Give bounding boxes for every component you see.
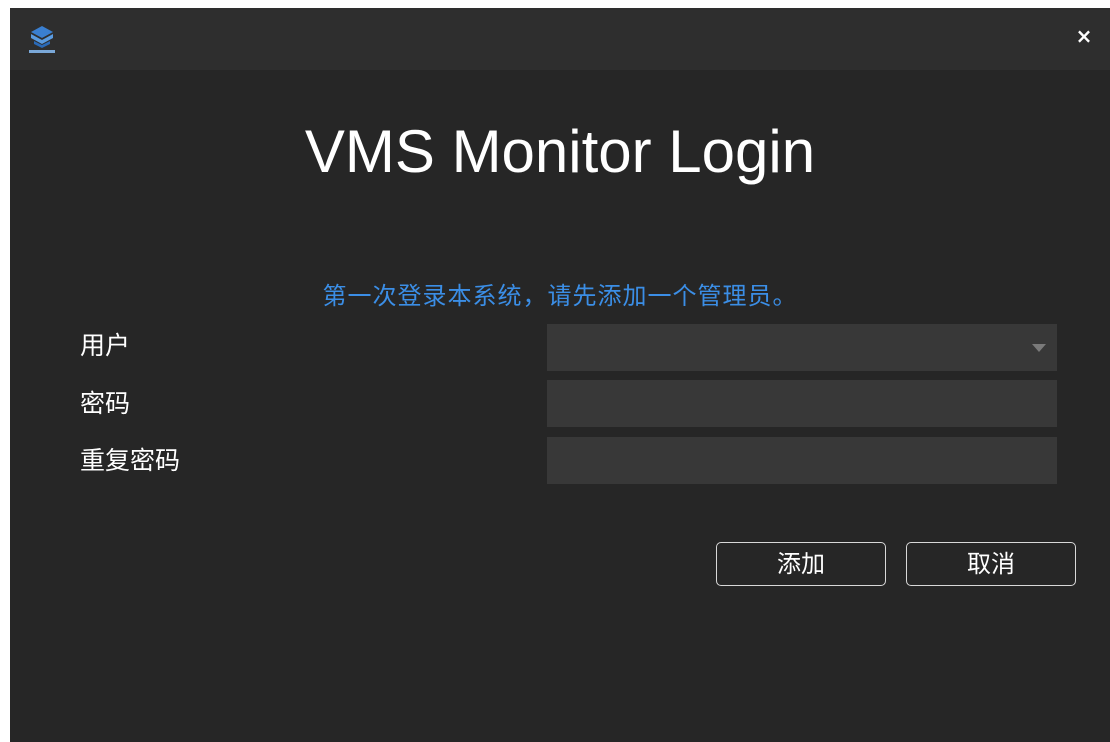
cancel-button[interactable]: 取消 bbox=[906, 542, 1076, 586]
chevron-down-icon[interactable] bbox=[1021, 324, 1057, 371]
user-label: 用户 bbox=[80, 331, 131, 360]
company-logo-icon bbox=[28, 24, 56, 54]
close-button[interactable]: × bbox=[1072, 24, 1096, 48]
add-button[interactable]: 添加 bbox=[716, 542, 886, 586]
password-input[interactable] bbox=[547, 380, 1057, 427]
user-dropdown[interactable] bbox=[547, 324, 1057, 371]
first-login-notice: 第一次登录本系统，请先添加一个管理员。 bbox=[322, 282, 798, 310]
page-title: VMS Monitor Login bbox=[304, 118, 816, 185]
repeat-password-label: 重复密码 bbox=[80, 446, 181, 475]
title-bar: × bbox=[10, 8, 1110, 70]
password-label: 密码 bbox=[80, 389, 131, 418]
close-icon: × bbox=[1075, 24, 1093, 48]
login-window: × VMS Monitor Login 第一次登录本系统，请先添加一个管理员。 … bbox=[10, 8, 1110, 742]
repeat-password-input[interactable] bbox=[547, 437, 1057, 484]
